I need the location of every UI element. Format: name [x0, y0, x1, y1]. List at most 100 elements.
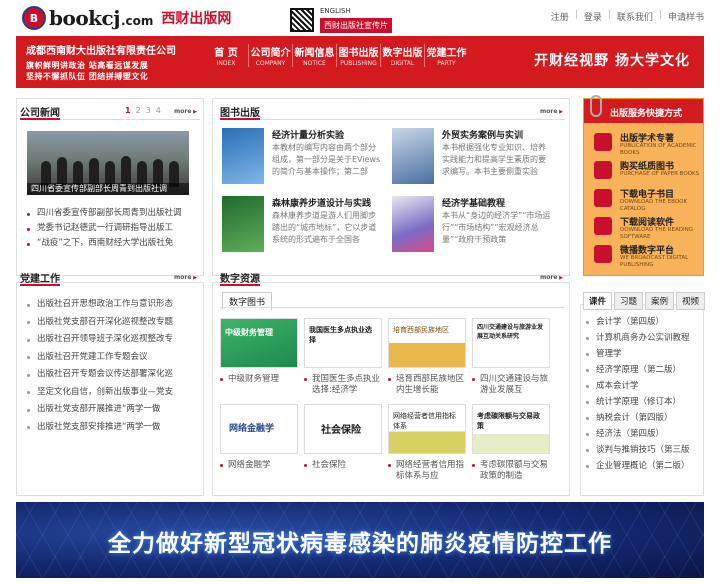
- digital-label[interactable]: 中级财务管理: [220, 374, 298, 398]
- course-item[interactable]: 管理学: [586, 346, 701, 362]
- digital-tab-line: [220, 307, 564, 308]
- qr-code-icon: [290, 8, 314, 32]
- course-item[interactable]: 纳税会计（第四版）: [586, 410, 701, 426]
- service-download-reader[interactable]: 下载阅读软件 DOWNLOAD THE READING SOFTWARE: [594, 215, 700, 241]
- book-desc: 本书根据强化专业知识、培养实践能力和提高学生素质的要求编写。本书主要侧重实验: [442, 143, 546, 176]
- download-catalog-icon: [594, 189, 612, 207]
- course-item[interactable]: 谈判与推销技巧（第三版: [586, 442, 701, 458]
- digital-label[interactable]: 网络经营者信用指标体系与应: [388, 460, 466, 484]
- course-item[interactable]: 成本会计学: [586, 378, 701, 394]
- party-title-underline: [20, 284, 60, 286]
- course-item[interactable]: 企业管理概论（第二版）: [586, 458, 701, 474]
- login-link[interactable]: 登录: [584, 10, 602, 23]
- nav-party[interactable]: 党建工作 PARTY: [424, 44, 468, 67]
- digital-card[interactable]: 网络经营者信用指标体系 网络经营者信用指标体系与应: [388, 404, 466, 484]
- course-item[interactable]: 经济学原理（第二版）: [586, 362, 701, 378]
- digital-label[interactable]: 社会保险: [304, 460, 382, 484]
- news-item[interactable]: 四川省委宣传部副部长周青到出版社调: [27, 206, 192, 221]
- party-item[interactable]: 出版社召开专题会议传达部署深化巡: [27, 366, 192, 384]
- news-photo-caption[interactable]: 四川省委宣传部副部长周青到出版社调: [27, 183, 189, 195]
- course-item[interactable]: 计算机商务办公实训教程: [586, 330, 701, 346]
- digital-more-link[interactable]: more: [540, 274, 563, 281]
- digital-cover: 网络金融学: [220, 404, 298, 454]
- book-title[interactable]: 森林康养步道设计与实践: [272, 196, 371, 209]
- party-item[interactable]: 出版社召开党建工作专题会议: [27, 349, 192, 367]
- tab-cases[interactable]: 案例: [645, 292, 675, 310]
- service-buy-books[interactable]: 购买纸质图书 PURCHASE OF PAPER BOOKS: [594, 159, 700, 185]
- digital-card[interactable]: 网络金融学 网络金融学: [220, 404, 298, 484]
- news-more-link[interactable]: more: [174, 108, 197, 115]
- academic-book-icon: [594, 133, 612, 151]
- party-item[interactable]: 出版社党支部开展推进“两学一做: [27, 401, 192, 419]
- news-photo[interactable]: 四川省委宣传部副部长周青到出版社调: [27, 131, 189, 195]
- nav-index[interactable]: 首 页 INDEX: [204, 44, 248, 67]
- book-card[interactable]: 经济计量分析实验 本教材的编写内容由两个部分组成，第一部分是关于EViews的简…: [222, 128, 392, 190]
- digital-cover: 四川交通建设与旅游业发展互动关系研究: [472, 318, 550, 368]
- paperclip-icon: [590, 95, 602, 117]
- digital-card[interactable]: 四川交通建设与旅游业发展互动关系研究 四川交通建设与旅游业发展互: [472, 318, 550, 398]
- banner-text: 全力做好新型冠状病毒感染的肺炎疫情防控工作: [108, 531, 612, 557]
- book-title[interactable]: 经济计量分析实验: [272, 128, 344, 141]
- digital-card[interactable]: 社会保险 社会保险: [304, 404, 382, 484]
- digital-card[interactable]: 考虑碳限额与交易政策 考虑碳限额与交易政策的制造: [472, 404, 550, 484]
- book-title[interactable]: 经济学基础教程: [442, 196, 505, 209]
- nav-publishing[interactable]: 图书出版 PUBLISHING: [336, 44, 380, 67]
- publisher-name: 成都西南财大出版社有限责任公司: [26, 46, 176, 57]
- course-item[interactable]: 会计学（第四版）: [586, 314, 701, 330]
- party-item[interactable]: 出版社召开领导班子深化巡视整改专: [27, 331, 192, 349]
- party-item[interactable]: 出版社党支部召开深化巡视整改专题: [27, 314, 192, 332]
- book-card[interactable]: 外贸实务案例与实训 本书根据强化专业知识、培养实践能力和提高学生素质的要求编写。…: [392, 128, 562, 190]
- news-divider: [60, 119, 200, 120]
- service-publish-academic[interactable]: 出版学术专著 PUBLICATION OF ACADEMIC BOOKS: [594, 131, 700, 157]
- site-logo[interactable]: B bookcj .com 西财出版网: [22, 6, 231, 30]
- header-banner: 成都西南财大出版社有限责任公司 旗帜鲜明讲政治 站高看远谋发展 坚持不懈抓队伍 …: [16, 36, 704, 88]
- news-page-1[interactable]: 1: [125, 106, 131, 115]
- party-item[interactable]: 出版社召开思想政治工作与意识形态: [27, 296, 192, 314]
- digital-card[interactable]: 培育西部民族地区 培育西部民族地区内生增长能: [388, 318, 466, 398]
- digital-label[interactable]: 四川交通建设与旅游业发展互: [472, 374, 550, 398]
- news-page-2[interactable]: 2: [136, 106, 141, 115]
- course-item[interactable]: 经济法（第四版）: [586, 426, 701, 442]
- digital-label[interactable]: 考虑碳限额与交易政策的制造: [472, 460, 550, 484]
- party-item[interactable]: 坚定文化自信，创新出版事业—党支: [27, 384, 192, 402]
- nav-notice[interactable]: 新闻信息 NOTICE: [292, 44, 336, 67]
- news-item[interactable]: 党委书记赵德武一行调研指导出版工: [27, 221, 192, 236]
- digital-cover: 网络经营者信用指标体系: [388, 404, 466, 454]
- digital-label[interactable]: 网络金融学: [220, 460, 298, 484]
- digital-card[interactable]: 中级财务管理 中级财务管理: [220, 318, 298, 398]
- epidemic-banner[interactable]: 全力做好新型冠状病毒感染的肺炎疫情防控工作: [16, 502, 704, 578]
- news-page-3[interactable]: 3: [146, 106, 151, 115]
- book-desc: 森林康养步道是游人们用脚步踏出的“城市地标”，它以步道系统的形式遍布于全国各: [272, 211, 377, 244]
- nav-company[interactable]: 公司简介 COMPANY: [248, 44, 292, 67]
- digital-card[interactable]: 我国医生多点执业选择 我国医生多点执业选择:经济学: [304, 318, 382, 398]
- party-more-link[interactable]: more: [174, 274, 197, 281]
- digital-title: 数字资源: [220, 274, 260, 285]
- news-page-4[interactable]: 4: [156, 106, 161, 115]
- digital-label[interactable]: 我国医生多点执业选择:经济学: [304, 374, 382, 398]
- news-item[interactable]: “战疫”之下，西南财经大学出版社免: [27, 236, 192, 251]
- tab-exercises[interactable]: 习题: [614, 292, 644, 310]
- sample-request-link[interactable]: 申请样书: [668, 10, 704, 23]
- tab-videos[interactable]: 视频: [676, 292, 706, 310]
- party-list: 出版社召开思想政治工作与意识形态 出版社党支部召开深化巡视整改专题 出版社召开领…: [27, 296, 192, 436]
- news-list: 四川省委宣传部副部长周青到出版社调 党委书记赵德武一行调研指导出版工 “战疫”之…: [27, 206, 192, 251]
- book-cover: [392, 128, 434, 184]
- nav-digital[interactable]: 数字出版 DIGITAL: [380, 44, 424, 67]
- book-title[interactable]: 外贸实务案例与实训: [442, 128, 523, 141]
- book-card[interactable]: 经济学基础教程 本书从“身边的经济学”“市场运行”“市场结构”“宏观经济总量”“…: [392, 196, 562, 258]
- book-desc: 本教材的编写内容由两个部分组成，第一部分是关于EViews的简介与基本操作；第二…: [272, 143, 381, 176]
- digital-label[interactable]: 培育西部民族地区内生增长能: [388, 374, 466, 398]
- english-link[interactable]: ENGLISH: [320, 7, 351, 15]
- service-download-catalog[interactable]: 下载电子书目 DOWNLOAD THE EBOOK CATALOG: [594, 187, 700, 213]
- contact-link[interactable]: 联系我们: [617, 10, 653, 23]
- promo-video-link[interactable]: 西财出版社宣传片: [320, 18, 392, 33]
- register-link[interactable]: 注册: [551, 10, 569, 23]
- tab-courseware[interactable]: 课件: [583, 292, 613, 310]
- digital-cover: 培育西部民族地区: [388, 318, 466, 368]
- party-item[interactable]: 出版社党支部安排推进“两学一做: [27, 419, 192, 437]
- books-more-link[interactable]: more: [540, 108, 563, 115]
- shopping-cart-icon: [594, 161, 612, 179]
- book-card[interactable]: 森林康养步道设计与实践 森林康养步道是游人们用脚步踏出的“城市地标”，它以步道系…: [222, 196, 392, 258]
- course-item[interactable]: 统计学原理（修订本）: [586, 394, 701, 410]
- service-digital-platform[interactable]: 微播数字平台 WE BROADCAST DIGITAL PUBLISHING: [594, 243, 700, 269]
